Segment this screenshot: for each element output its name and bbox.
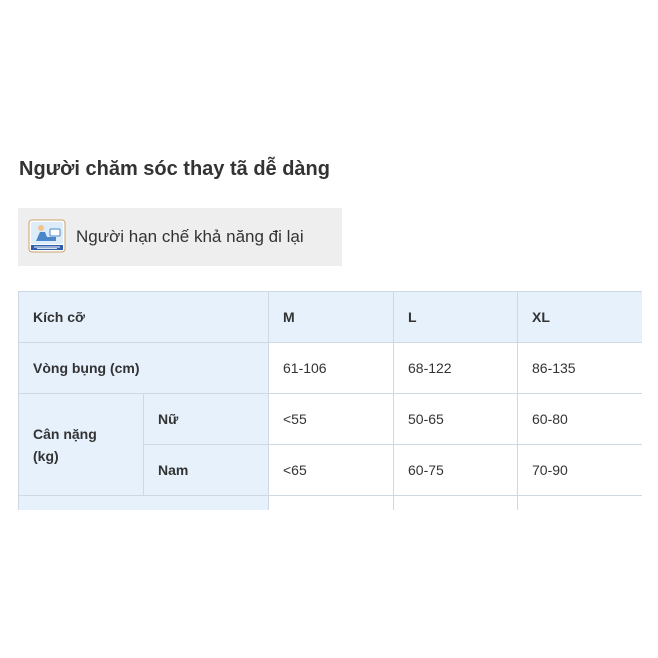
size-header-xl: XL bbox=[517, 291, 642, 343]
truncated-cell-m bbox=[268, 495, 394, 510]
truncated-cell-l bbox=[393, 495, 518, 510]
weight-male-xl: 70-90 bbox=[517, 444, 642, 496]
size-table: Kích cỡ M L XL Vòng bụng (cm) 61-106 68-… bbox=[18, 291, 642, 510]
page-title: Người chăm sóc thay tã dễ dàng bbox=[19, 158, 330, 180]
waist-m: 61-106 bbox=[268, 342, 394, 394]
waist-label: Vòng bụng (cm) bbox=[18, 342, 269, 394]
table-row-header: Kích cỡ M L XL bbox=[18, 291, 642, 343]
user-type-label: Người hạn chế khả năng đi lại bbox=[76, 227, 304, 246]
size-header-m: M bbox=[268, 291, 394, 343]
weight-male-l: 60-75 bbox=[393, 444, 518, 496]
weight-female-xl: 60-80 bbox=[517, 393, 642, 445]
waist-xl: 86-135 bbox=[517, 342, 642, 394]
mobility-limited-badge-icon bbox=[28, 219, 66, 253]
size-header-label: Kích cỡ bbox=[18, 291, 269, 343]
weight-label: Cân nặng (kg) bbox=[18, 393, 144, 496]
size-header-l: L bbox=[393, 291, 518, 343]
table-row-waist: Vòng bụng (cm) 61-106 68-122 86-135 bbox=[18, 342, 642, 394]
weight-label-line1: Cân nặng bbox=[33, 425, 97, 442]
weight-female-label: Nữ bbox=[143, 393, 269, 445]
truncated-cell-xl bbox=[517, 495, 642, 510]
waist-l: 68-122 bbox=[393, 342, 518, 394]
weight-female-m: <55 bbox=[268, 393, 394, 445]
weight-male-m: <65 bbox=[268, 444, 394, 496]
user-type-tag: Người hạn chế khả năng đi lại bbox=[18, 208, 342, 266]
size-table-container: Kích cỡ M L XL Vòng bụng (cm) 61-106 68-… bbox=[18, 291, 642, 510]
weight-label-line2: (kg) bbox=[33, 447, 59, 464]
table-row-truncated bbox=[18, 495, 642, 510]
weight-female-l: 50-65 bbox=[393, 393, 518, 445]
truncated-cell-label bbox=[18, 495, 269, 510]
table-row-weight-female: Cân nặng (kg) Nữ <55 50-65 60-80 bbox=[18, 393, 642, 496]
weight-male-label: Nam bbox=[143, 444, 269, 496]
